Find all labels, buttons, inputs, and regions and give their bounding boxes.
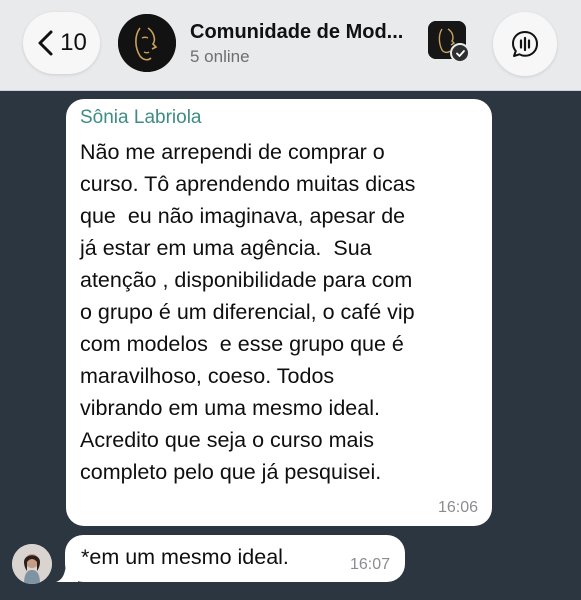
- sender-name[interactable]: Sônia Labriola: [80, 107, 201, 129]
- message-bubble[interactable]: *em um mesmo ideal. 16:07: [56, 535, 405, 582]
- sender-avatar[interactable]: [12, 544, 52, 584]
- chat-header: 10 Comunidade de Mod... 5 online: [0, 0, 581, 91]
- message-bubble[interactable]: Sônia Labriola Não me arrependi de compr…: [66, 99, 492, 526]
- message-text: Não me arrependi de comprar o curso. Tô …: [80, 140, 416, 484]
- community-icon[interactable]: [428, 21, 472, 65]
- message-timestamp: 16:06: [437, 499, 478, 516]
- online-status: 5 online: [190, 47, 250, 66]
- back-button[interactable]: 10: [23, 12, 100, 74]
- chat-screen: 10 Comunidade de Mod... 5 online Sônia L…: [0, 0, 581, 600]
- check-badge-icon: [450, 43, 470, 63]
- group-avatar[interactable]: [118, 14, 176, 72]
- face-line-art-logo: [118, 14, 176, 72]
- unread-count: 10: [60, 29, 87, 56]
- bubble-tail: [56, 564, 78, 582]
- profile-photo: [12, 544, 52, 584]
- message-timestamp: 16:07: [349, 556, 390, 573]
- audio-call-button[interactable]: [493, 12, 557, 76]
- message-text: *em um mesmo ideal.: [81, 545, 289, 569]
- chevron-left-icon: [38, 30, 53, 56]
- audio-call-icon: [512, 31, 538, 57]
- group-name[interactable]: Comunidade de Mod...: [190, 21, 418, 44]
